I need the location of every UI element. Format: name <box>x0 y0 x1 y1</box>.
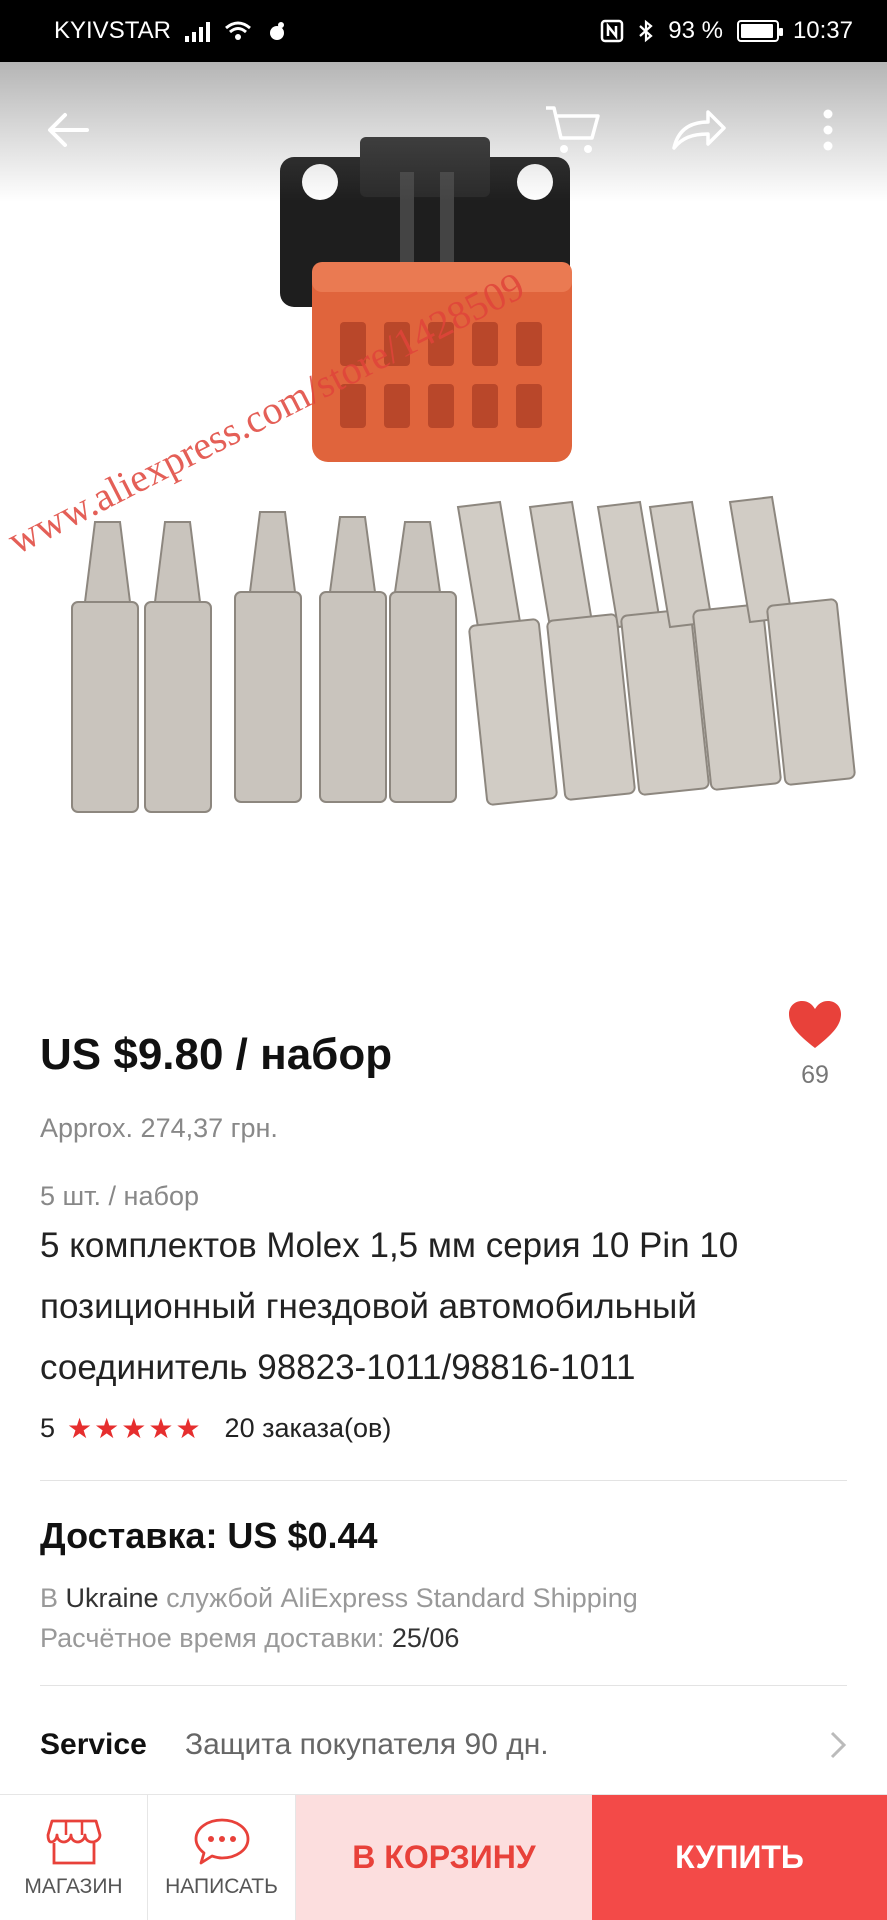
status-bar: KYIVSTAR 93 % 10:37 <box>0 0 887 62</box>
price-block: US $9.80 / набор Approx. 274,37 грн. 5 ш… <box>40 1030 392 1216</box>
cart-button[interactable] <box>540 98 604 162</box>
shipping-country[interactable]: Ukraine <box>66 1583 159 1613</box>
message-button[interactable]: НАПИСАТЬ <box>148 1795 296 1920</box>
product-price: US $9.80 / набор <box>40 1030 393 1079</box>
header-gradient <box>0 62 887 202</box>
more-options-button[interactable] <box>796 98 860 162</box>
battery-icon <box>736 20 783 42</box>
signal-icon <box>184 20 210 42</box>
service-text: Защита покупателя 90 дн. <box>185 1728 549 1761</box>
chat-icon <box>194 1818 249 1864</box>
orders-count: 20 заказа(ов) <box>224 1413 392 1443</box>
buy-now-button[interactable]: КУПИТЬ <box>592 1795 887 1920</box>
battery-percent: 93 % <box>668 17 723 44</box>
product-title: 5 комплектов Molex 1,5 мм серия 10 Pin 1… <box>40 1226 739 1387</box>
delivery-estimate: Расчётное время доставки: 25/06 <box>40 1623 459 1654</box>
more-vertical-icon <box>823 109 833 151</box>
shipping-method: В Ukraine службой AliExpress Standard Sh… <box>40 1583 638 1614</box>
back-arrow-icon <box>48 113 89 147</box>
message-label: НАПИСАТЬ <box>165 1874 278 1898</box>
cart-icon <box>546 106 600 153</box>
delivery-date: 25/06 <box>391 1623 460 1653</box>
app-notification-icon <box>269 22 284 40</box>
clock: 10:37 <box>792 17 853 44</box>
unit-info: 5 шт. / набор <box>40 1181 199 1211</box>
store-button[interactable]: МАГАЗИН <box>0 1795 148 1920</box>
divider <box>40 1480 847 1481</box>
add-to-cart-button[interactable]: В КОРЗИНУ <box>296 1795 592 1920</box>
product-image[interactable]: www.aliexpress.com/store/1428509 <box>0 62 887 967</box>
store-icon <box>46 1819 101 1864</box>
service-label: Service <box>40 1728 147 1761</box>
back-button[interactable] <box>36 98 100 162</box>
store-label: МАГАЗИН <box>24 1874 123 1898</box>
wishlist-button[interactable]: 69 <box>783 1000 847 1090</box>
bluetooth-icon <box>639 19 653 43</box>
shipping-service: службой AliExpress Standard Shipping <box>158 1583 638 1613</box>
delivery-label: Расчётное время доставки: <box>40 1623 392 1653</box>
shipping-prefix: В <box>40 1583 66 1613</box>
rating-stars-icon: ★★★★★ <box>67 1413 203 1444</box>
rating-row[interactable]: 5 ★★★★★ 20 заказа(ов) <box>40 1412 391 1445</box>
bottom-action-bar: МАГАЗИН НАПИСАТЬ В КОРЗИНУ КУПИТЬ <box>0 1794 887 1920</box>
share-button[interactable] <box>666 98 730 162</box>
service-row[interactable]: Service Защита покупателя 90 дн. <box>40 1728 847 1762</box>
chevron-right-icon <box>830 1731 847 1759</box>
carrier-name: KYIVSTAR <box>54 17 171 44</box>
rating-value: 5 <box>40 1413 56 1443</box>
share-icon <box>672 110 726 150</box>
heart-icon <box>789 1001 841 1048</box>
divider <box>40 1685 847 1686</box>
nfc-icon <box>600 19 624 43</box>
shipping-title[interactable]: Доставка: US $0.44 <box>40 1515 378 1557</box>
wishlist-count: 69 <box>801 1061 829 1089</box>
wifi-icon <box>224 21 251 40</box>
approx-price: Approx. 274,37 грн. <box>40 1113 278 1143</box>
